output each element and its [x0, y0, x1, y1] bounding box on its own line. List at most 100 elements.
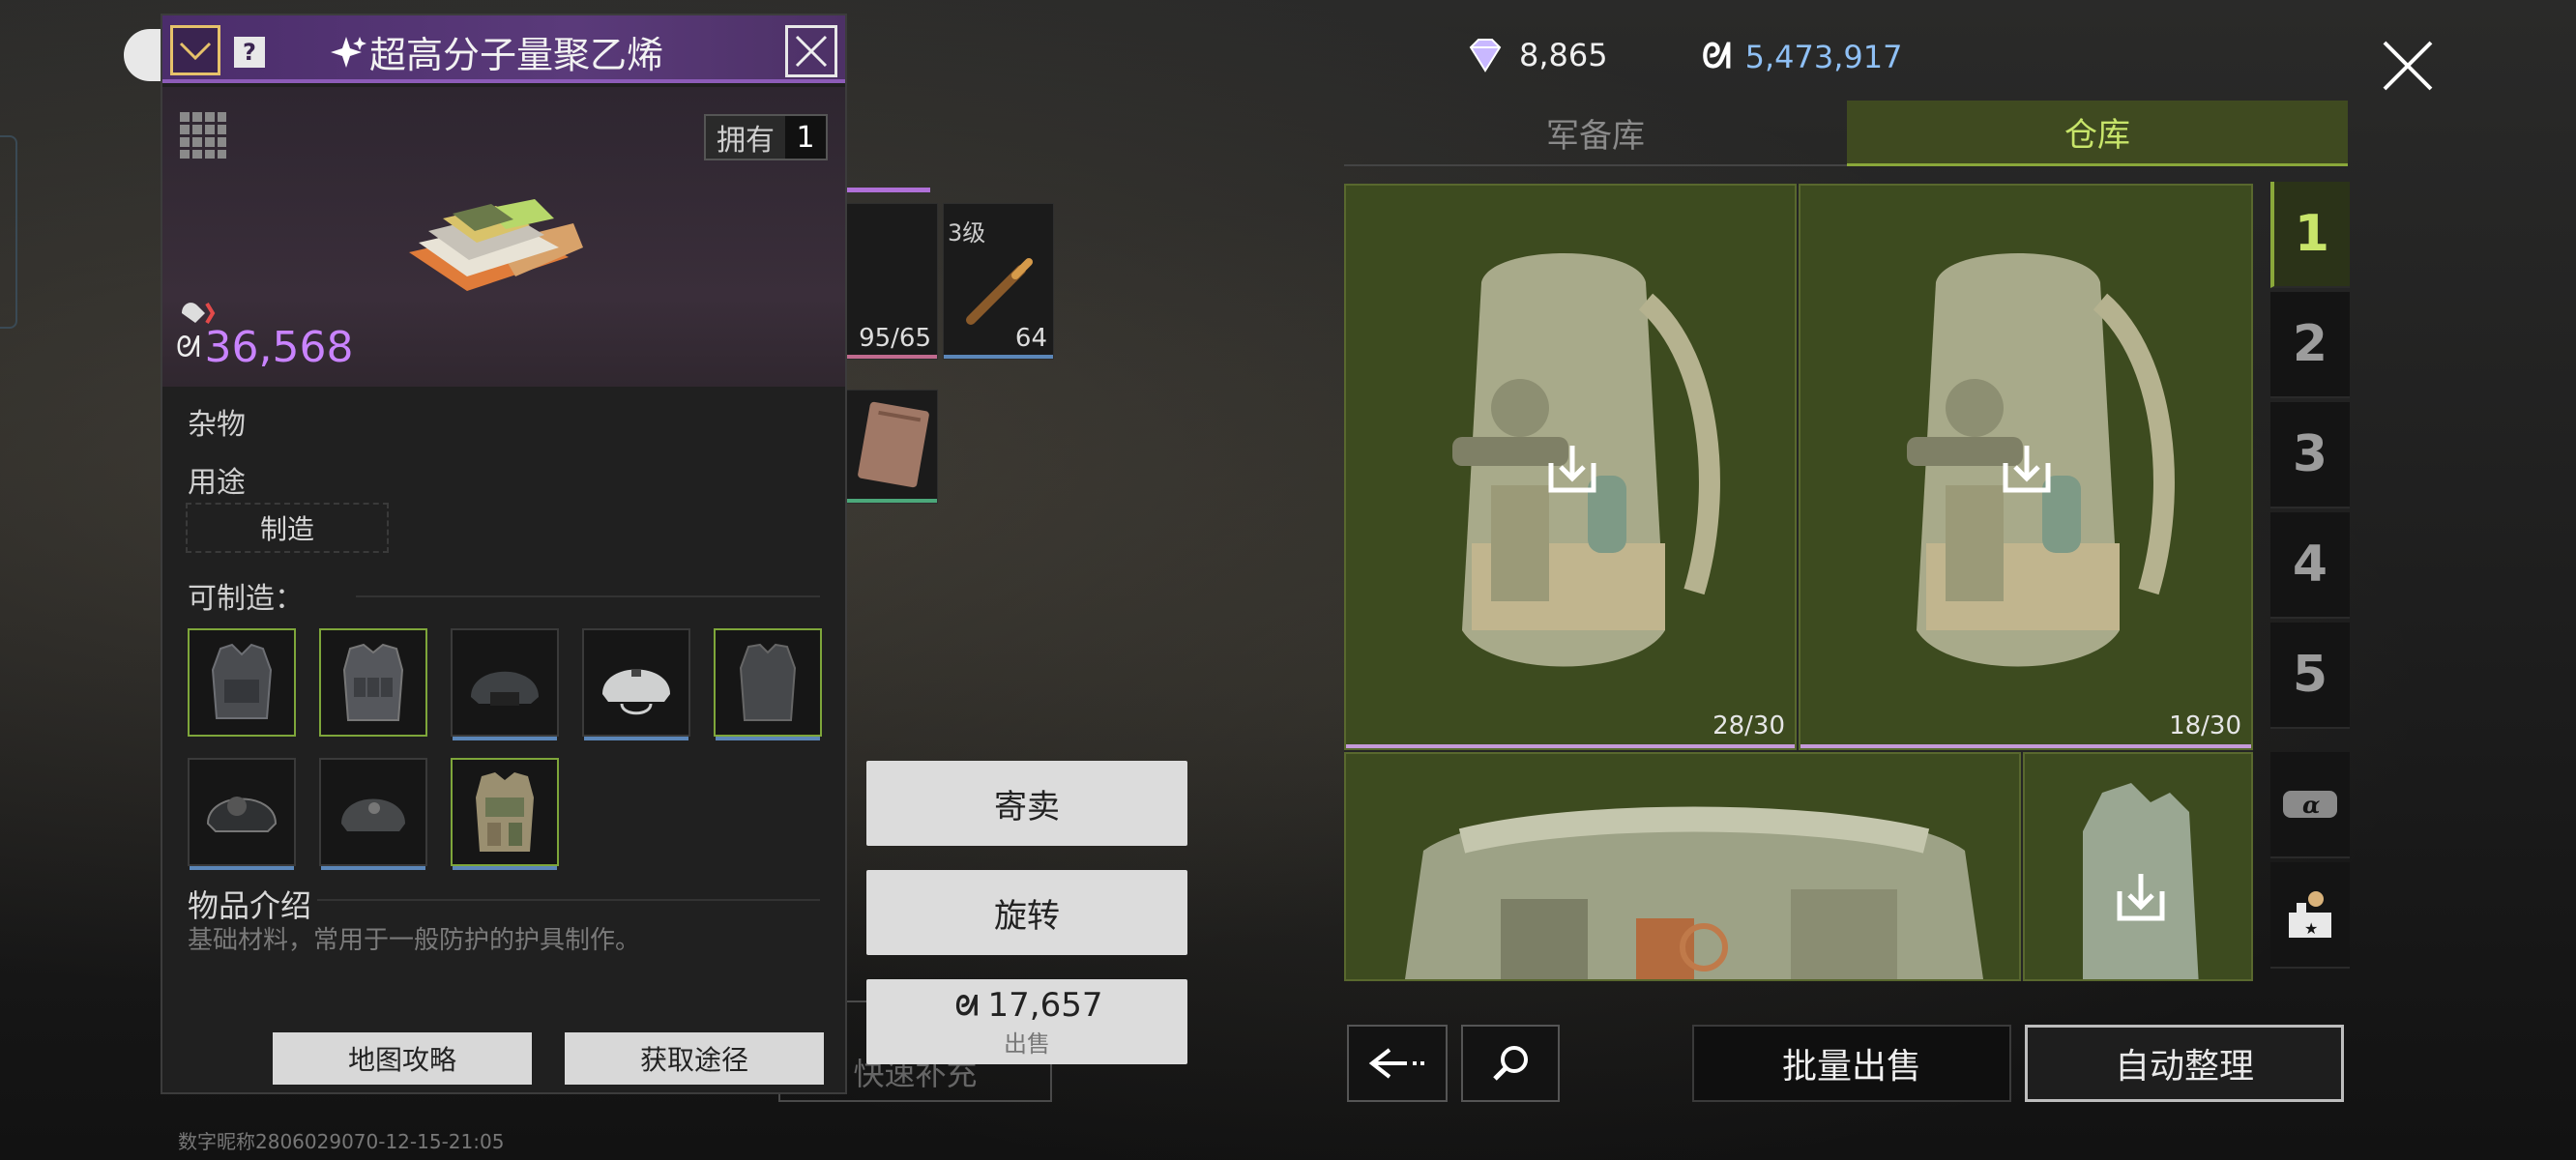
- warehouse-page-4[interactable]: 4: [2270, 512, 2350, 619]
- back-button[interactable]: [1347, 1025, 1448, 1102]
- inventory-cell-book[interactable]: [841, 390, 938, 504]
- rarity-bar: [716, 737, 820, 740]
- intro-text: 基础材料，常用于一般防护的护具制作。: [188, 926, 641, 955]
- rarity-line: [841, 188, 930, 192]
- warehouse-slot-chest-rig[interactable]: [1344, 752, 2021, 981]
- rarity-bar: [453, 866, 557, 870]
- vest-icon: [342, 643, 404, 721]
- tab-armory[interactable]: 军备库: [1344, 101, 1847, 166]
- ammo-count: 64: [1014, 324, 1047, 353]
- rarity-bar: [321, 866, 425, 870]
- item-category: 杂物: [188, 408, 246, 442]
- warehouse-slot-backpack-2[interactable]: 18/30: [1799, 184, 2253, 750]
- slot-capacity: 28/30: [1712, 711, 1785, 740]
- diamond-icon: [1469, 39, 1502, 72]
- helmet-icon: [206, 797, 278, 832]
- auto-sort-button[interactable]: 自动整理: [2025, 1025, 2344, 1102]
- warehouse-page-5[interactable]: 5: [2270, 623, 2350, 729]
- warehouse-page-3[interactable]: 3: [2270, 402, 2350, 508]
- sell-button[interactable]: ᘛ 17,657 出售: [866, 979, 1187, 1064]
- coin-icon: ᘛ: [1702, 37, 1732, 76]
- workbench-tab[interactable]: ★: [2270, 862, 2350, 969]
- slot-capacity: 18/30: [2169, 711, 2241, 740]
- close-button[interactable]: [2369, 27, 2446, 104]
- chevron-down-icon: [179, 42, 212, 61]
- alpha-case-icon: α: [2283, 791, 2337, 819]
- craftable-plate-carrier[interactable]: [319, 628, 427, 737]
- owned-label: 拥有: [717, 124, 775, 158]
- usage-tag[interactable]: 制造: [186, 503, 389, 553]
- close-icon: [2383, 41, 2433, 91]
- back-arrow-icon: [1368, 1048, 1424, 1079]
- vest-icon: [739, 643, 797, 721]
- owned-count: 拥有 1: [704, 114, 828, 160]
- craftable-tactical-helmet[interactable]: [451, 628, 559, 740]
- sell-price: 17,657: [987, 985, 1103, 1025]
- alpha-case-tab[interactable]: α: [2270, 752, 2350, 858]
- ammo-level: 3级: [948, 219, 986, 246]
- svg-text:ᘛ: ᘛ: [955, 990, 979, 1022]
- rarity-bar: [1346, 744, 1795, 748]
- divider: [317, 899, 820, 901]
- help-icon[interactable]: ?: [234, 37, 265, 68]
- rotate-button[interactable]: 旋转: [866, 870, 1187, 955]
- sparkle-icon: [331, 37, 366, 68]
- left-edge-handle[interactable]: [0, 135, 17, 329]
- chest-rig-icon: [1405, 806, 1983, 979]
- consign-button[interactable]: 寄卖: [866, 761, 1187, 846]
- popup-header: ? 超高分子量聚乙烯: [162, 15, 845, 83]
- craftable-tactical-vest[interactable]: [188, 628, 296, 737]
- inventory-cell[interactable]: 95/65: [841, 203, 938, 360]
- warehouse-slot-backpack-1[interactable]: 28/30: [1344, 184, 1797, 750]
- item-price-value: 36,568: [204, 323, 354, 372]
- craftable-armor-vest[interactable]: [714, 628, 822, 740]
- diamond-balance: 8,865: [1465, 37, 1608, 73]
- rarity-bar: [842, 499, 937, 503]
- sell-price-row: ᘛ 17,657: [951, 986, 1103, 1025]
- svg-text:α: α: [2302, 791, 2320, 819]
- book-icon: [858, 401, 929, 488]
- usage-label: 用途: [188, 466, 246, 500]
- durability-text: 95/65: [859, 324, 931, 353]
- item-price: ᘛ 36,568: [176, 323, 354, 372]
- helmet-icon: [602, 669, 670, 715]
- sell-label: 出售: [1004, 1030, 1050, 1058]
- rarity-bar: [584, 737, 688, 740]
- map-guide-button[interactable]: 地图攻略: [273, 1032, 532, 1085]
- craftable-fast-helmet[interactable]: [582, 628, 690, 740]
- bulk-sell-button[interactable]: 批量出售: [1692, 1025, 2011, 1102]
- download-icon: [1548, 446, 1596, 493]
- popup-close-button[interactable]: [785, 25, 837, 77]
- craftable-label: 可制造：: [188, 582, 304, 616]
- helmet-icon: [471, 671, 539, 706]
- coin-balance: ᘛ 5,473,917: [1702, 37, 1903, 77]
- coin-icon: ᘛ: [176, 331, 201, 364]
- diamond-count: 8,865: [1519, 37, 1608, 73]
- craftable-camo-plate-carrier[interactable]: [451, 758, 559, 870]
- craftable-combat-helmet[interactable]: [188, 758, 296, 870]
- polyethylene-sheets-icon: [409, 199, 583, 291]
- grid-size-icon: [180, 112, 226, 159]
- search-button[interactable]: [1461, 1025, 1560, 1102]
- warehouse-slot-armor-vest[interactable]: [2023, 752, 2253, 981]
- warehouse-page-1[interactable]: 1: [2270, 182, 2350, 288]
- vest-icon: [476, 772, 534, 852]
- helmet-icon: [341, 798, 405, 831]
- watermark: 数字昵称2806029070-12-15-21:05: [178, 1130, 505, 1153]
- divider: [356, 595, 820, 597]
- collapse-button[interactable]: [170, 25, 220, 75]
- craftable-ballistic-helmet[interactable]: [319, 758, 427, 870]
- acquire-button[interactable]: 获取途径: [565, 1032, 824, 1085]
- rarity-bar: [842, 355, 937, 359]
- vest-icon: [211, 643, 273, 719]
- tab-warehouse[interactable]: 仓库: [1847, 101, 2348, 166]
- download-icon: [2003, 446, 2051, 493]
- item-title: 超高分子量聚乙烯: [369, 34, 664, 76]
- rarity-bar: [190, 866, 294, 870]
- inventory-cell-ammo[interactable]: 3级 64: [943, 203, 1054, 360]
- warehouse-page-2[interactable]: 2: [2270, 292, 2350, 398]
- rarity-bar: [453, 737, 557, 740]
- rarity-bar: [944, 355, 1053, 359]
- coin-icon: ᘛ: [955, 990, 979, 1022]
- ammo-icon: [966, 258, 1033, 325]
